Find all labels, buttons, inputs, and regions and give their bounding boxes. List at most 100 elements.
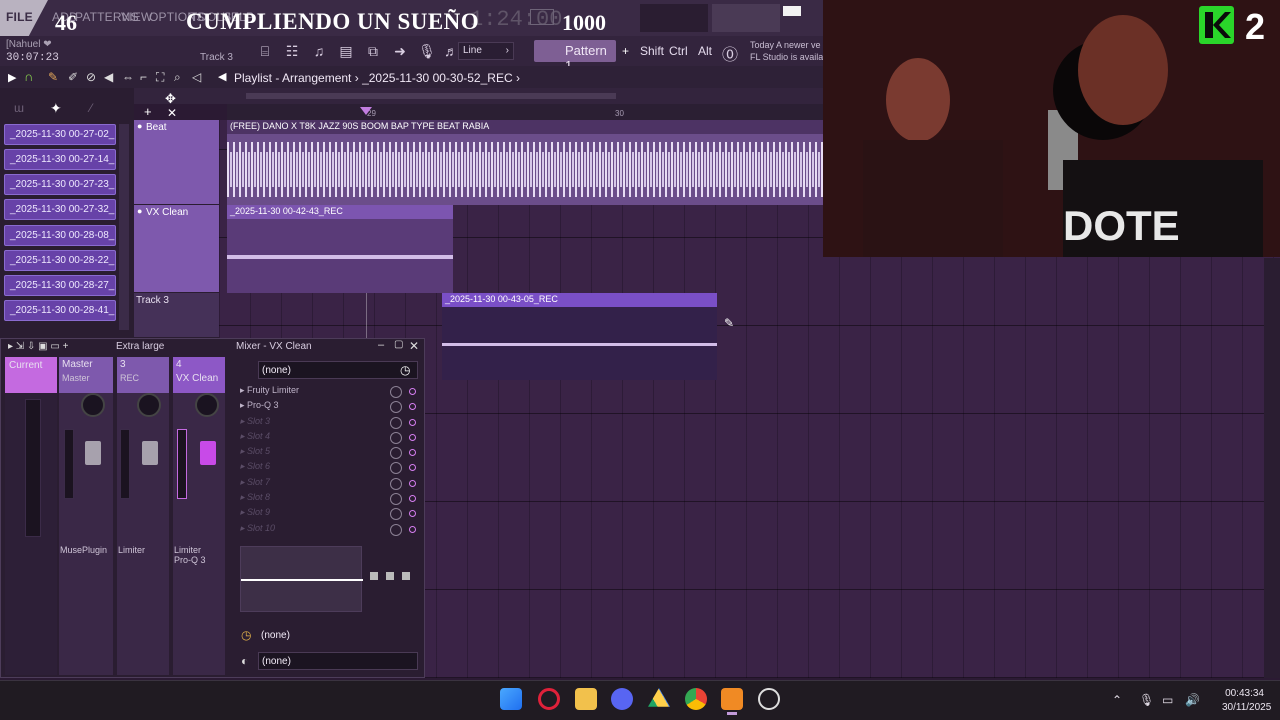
mini-faders[interactable]: [368, 546, 412, 612]
browser-item[interactable]: _2025-11-30 00-28-08_R..: [4, 225, 116, 246]
select-icon[interactable]: ⛶: [156, 70, 164, 85]
mini-fader[interactable]: [386, 572, 394, 580]
browser-item[interactable]: _2025-11-30 00-27-14_R..: [4, 149, 116, 170]
news-panel[interactable]: Today A newer ve FL Studio is availal: [750, 39, 823, 63]
clock-icon[interactable]: ◷: [400, 363, 410, 377]
fx-slot[interactable]: ▸ Slot 7: [240, 477, 418, 491]
mixer-strip-vx-clean[interactable]: 4 VX Clean Limiter Pro-Q 3: [173, 357, 225, 675]
playback-icon[interactable]: ◁: [192, 70, 201, 84]
chrome-icon[interactable]: [685, 688, 707, 710]
obs-icon[interactable]: [758, 688, 780, 710]
volume-fader[interactable]: [142, 441, 158, 465]
zoom-icon[interactable]: ⌕: [174, 70, 181, 85]
menu-file[interactable]: FILE: [6, 10, 33, 24]
mixer-strip-rec[interactable]: 3 REC Limiter: [117, 357, 169, 675]
add-track-icon[interactable]: +: [144, 104, 152, 119]
minimize-icon[interactable]: –: [378, 339, 384, 351]
windows-start-icon[interactable]: [500, 688, 522, 710]
microphone-icon[interactable]: 🎙: [418, 42, 436, 60]
delete-icon[interactable]: ⊘: [86, 70, 96, 84]
paint-icon[interactable]: ✐: [68, 70, 78, 84]
mini-fader[interactable]: [370, 572, 378, 580]
add-pattern-icon[interactable]: +: [622, 44, 629, 58]
shift-key[interactable]: Shift: [640, 44, 664, 58]
browser-item[interactable]: _2025-11-30 00-28-41_R..: [4, 300, 116, 321]
track-header-vx-clean[interactable]: VX Clean ●: [134, 205, 219, 293]
clock-icon[interactable]: ◷: [241, 628, 251, 642]
fl-studio-icon[interactable]: [721, 688, 743, 710]
track-power-icon[interactable]: ●: [137, 121, 142, 131]
pan-knob[interactable]: [195, 393, 219, 417]
browser-item[interactable]: _2025-11-30 00-28-27_R..: [4, 275, 116, 296]
speaker-icon[interactable]: 🔊: [1185, 693, 1200, 707]
track-header-beat[interactable]: Beat ●: [134, 120, 219, 205]
news-icon[interactable]: ⓪: [722, 41, 738, 65]
fx-slot[interactable]: ▸ Fruity Limiter: [240, 385, 418, 399]
play-icon[interactable]: ▶: [8, 71, 16, 84]
timeline-ruler[interactable]: [227, 104, 823, 120]
close-icon[interactable]: ✕: [167, 106, 177, 120]
arrow-right-icon[interactable]: ➜: [391, 42, 409, 60]
expand-icon[interactable]: ✦: [50, 100, 62, 117]
tray-clock[interactable]: 00:43:34 30/11/2025: [1222, 687, 1271, 715]
chevron-up-icon[interactable]: ⌃: [1112, 693, 1122, 707]
move-icon[interactable]: ✥: [165, 91, 176, 107]
pan-knob[interactable]: [81, 393, 105, 417]
mute-icon[interactable]: ◀: [104, 70, 113, 84]
volume-fader[interactable]: [85, 441, 101, 465]
browser-item[interactable]: _2025-11-30 00-28-22_R..: [4, 250, 116, 271]
ctrl-key[interactable]: Ctrl: [669, 44, 688, 58]
fx-slot[interactable]: ▸ Pro-Q 3: [240, 400, 418, 414]
maximize-icon[interactable]: ▢: [394, 339, 403, 350]
piano-roll-icon[interactable]: ♫: [310, 42, 328, 60]
pattern-selector[interactable]: Pattern 1: [534, 40, 616, 73]
preset-select-bottom-1[interactable]: (none): [258, 627, 418, 645]
discord-icon[interactable]: [611, 688, 633, 710]
browser-item[interactable]: _2025-11-30 00-27-02_R..: [4, 124, 116, 145]
track-header-track-3[interactable]: Track 3: [134, 293, 219, 338]
pan-knob[interactable]: [137, 393, 161, 417]
fx-slot[interactable]: ▸ Slot 6: [240, 461, 418, 475]
fx-slot[interactable]: ▸ Slot 9: [240, 507, 418, 521]
track-power-icon[interactable]: ●: [137, 206, 142, 216]
preset-select-bottom-2[interactable]: (none): [258, 652, 418, 670]
close-icon[interactable]: ✕: [409, 339, 419, 353]
browser-item[interactable]: _2025-11-30 00-27-32_R..: [4, 199, 116, 220]
plugin-icon[interactable]: ⧉: [364, 42, 382, 60]
audio-clip[interactable]: _2025-11-30 00-43-05_REC: [442, 293, 717, 380]
playlist-icon[interactable]: ⌸: [256, 42, 274, 60]
overview-thumb[interactable]: [246, 93, 616, 99]
volume-fader[interactable]: [200, 441, 216, 465]
opera-icon[interactable]: [538, 688, 560, 710]
slip-icon[interactable]: ⇔: [122, 70, 134, 84]
menu-view[interactable]: VIEW: [121, 10, 152, 24]
mixer-icon[interactable]: ▤: [337, 42, 355, 60]
magnet-icon[interactable]: ∩: [24, 69, 33, 84]
channel-rack-icon[interactable]: ☷: [283, 42, 301, 60]
snap-select[interactable]: Line ›: [458, 42, 514, 60]
pencil-icon[interactable]: ✎: [48, 70, 58, 84]
file-explorer-icon[interactable]: [575, 688, 597, 710]
preset-select-top[interactable]: (none): [258, 361, 418, 379]
output-icon[interactable]: ◐: [241, 654, 248, 668]
browser-scrollbar[interactable]: [119, 124, 129, 330]
eq-display[interactable]: [240, 546, 363, 612]
mixer-size-label[interactable]: Extra large: [116, 341, 164, 352]
audio-clip[interactable]: (FREE) DANO X T8K JAZZ 90S BOOM BAP TYPE…: [227, 120, 823, 205]
fx-slot[interactable]: ▸ Slot 8: [240, 492, 418, 506]
browser-tab-icon[interactable]: ɯ: [14, 101, 24, 115]
playlist-scrollbar[interactable]: [1264, 258, 1280, 678]
link-icon[interactable]: ⁄: [90, 101, 92, 115]
slice-icon[interactable]: ⌐: [140, 70, 147, 84]
fx-slot[interactable]: ▸ Slot 4: [240, 431, 418, 445]
mixer-strip-current[interactable]: Current: [5, 357, 57, 675]
fx-slot[interactable]: ▸ Slot 5: [240, 446, 418, 460]
mini-fader[interactable]: [402, 572, 410, 580]
microphone-icon[interactable]: 🎙: [1139, 693, 1154, 707]
audio-clip[interactable]: _2025-11-30 00-42-43_REC: [227, 205, 453, 293]
alt-key[interactable]: Alt: [698, 44, 712, 58]
display-icon[interactable]: ▭: [1162, 693, 1173, 707]
browser-item[interactable]: _2025-11-30 00-27-23_R..: [4, 174, 116, 195]
fx-slot[interactable]: ▸ Slot 10: [240, 523, 418, 537]
mixer-strip-master[interactable]: Master Master MusePlugin: [59, 357, 113, 675]
